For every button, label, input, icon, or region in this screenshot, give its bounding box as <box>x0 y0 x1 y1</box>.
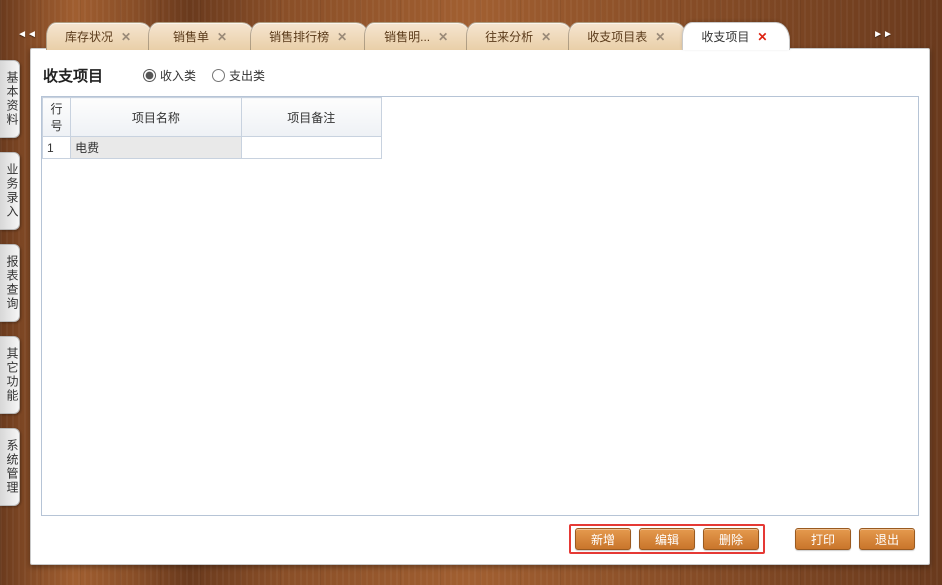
tab-label: 销售单 <box>173 28 209 45</box>
exit-button[interactable]: 退出 <box>859 528 915 550</box>
tab-income-expense-table[interactable]: 收支项目表 ✕ <box>568 22 688 50</box>
radio-expense[interactable]: 支出类 <box>212 67 265 84</box>
cell-remark[interactable] <box>241 137 381 159</box>
table-row[interactable]: 1 电费 <box>43 137 382 159</box>
radio-income-input[interactable] <box>143 69 156 82</box>
close-icon[interactable]: ✕ <box>121 31 131 43</box>
cell-rownum: 1 <box>43 137 71 159</box>
radio-income-label: 收入类 <box>160 67 196 84</box>
tab-label: 销售明... <box>384 28 430 45</box>
category-radio-group: 收入类 支出类 <box>143 67 265 84</box>
tab-label: 销售排行榜 <box>269 28 329 45</box>
tab-strip: 库存状况 ✕ 销售单 ✕ 销售排行榜 ✕ 销售明... ✕ 往来分析 ✕ 收支项… <box>0 20 942 50</box>
tab-sales-order[interactable]: 销售单 ✕ <box>148 22 256 50</box>
radio-expense-label: 支出类 <box>229 67 265 84</box>
panel-title: 收支项目 <box>43 65 103 86</box>
tab-label: 收支项目表 <box>587 28 647 45</box>
left-nav: 基本资料 业务录入 报表查询 其它功能 系统管理 <box>0 60 20 585</box>
nav-item-system-management[interactable]: 系统管理 <box>0 428 20 506</box>
tab-inventory-status[interactable]: 库存状况 ✕ <box>46 22 154 50</box>
tab-sales-ranking[interactable]: 销售排行榜 ✕ <box>250 22 370 50</box>
print-button[interactable]: 打印 <box>795 528 851 550</box>
tab-label: 往来分析 <box>485 28 533 45</box>
nav-item-basic-data[interactable]: 基本资料 <box>0 60 20 138</box>
main-panel: 收支项目 收入类 支出类 行号 项目名称 项目备注 <box>30 48 930 565</box>
close-icon[interactable]: ✕ <box>438 31 448 43</box>
edit-button[interactable]: 编辑 <box>639 528 695 550</box>
tab-label: 库存状况 <box>65 28 113 45</box>
col-header-remark[interactable]: 项目备注 <box>241 98 381 137</box>
highlighted-button-group: 新增 编辑 删除 <box>569 524 765 554</box>
tab-sales-detail[interactable]: 销售明... ✕ <box>364 22 472 50</box>
tab-income-expense-item[interactable]: 收支项目 ✕ <box>682 22 790 50</box>
col-header-name[interactable]: 项目名称 <box>71 98 242 137</box>
add-button[interactable]: 新增 <box>575 528 631 550</box>
delete-button[interactable]: 删除 <box>703 528 759 550</box>
panel-header: 收支项目 收入类 支出类 <box>41 61 919 96</box>
close-icon[interactable]: ✕ <box>757 31 767 43</box>
nav-item-other-functions[interactable]: 其它功能 <box>0 336 20 414</box>
data-grid[interactable]: 行号 项目名称 项目备注 1 电费 <box>41 96 919 516</box>
cell-name[interactable]: 电费 <box>71 137 242 159</box>
tab-balance-analysis[interactable]: 往来分析 ✕ <box>466 22 574 50</box>
close-icon[interactable]: ✕ <box>217 31 227 43</box>
close-icon[interactable]: ✕ <box>655 31 665 43</box>
tab-label: 收支项目 <box>701 28 749 45</box>
close-icon[interactable]: ✕ <box>541 31 551 43</box>
panel-footer: 新增 编辑 删除 打印 退出 <box>41 516 919 556</box>
nav-item-business-entry[interactable]: 业务录入 <box>0 152 20 230</box>
close-icon[interactable]: ✕ <box>337 31 347 43</box>
radio-income[interactable]: 收入类 <box>143 67 196 84</box>
radio-expense-input[interactable] <box>212 69 225 82</box>
nav-item-report-query[interactable]: 报表查询 <box>0 244 20 322</box>
col-header-rownum[interactable]: 行号 <box>43 98 71 137</box>
